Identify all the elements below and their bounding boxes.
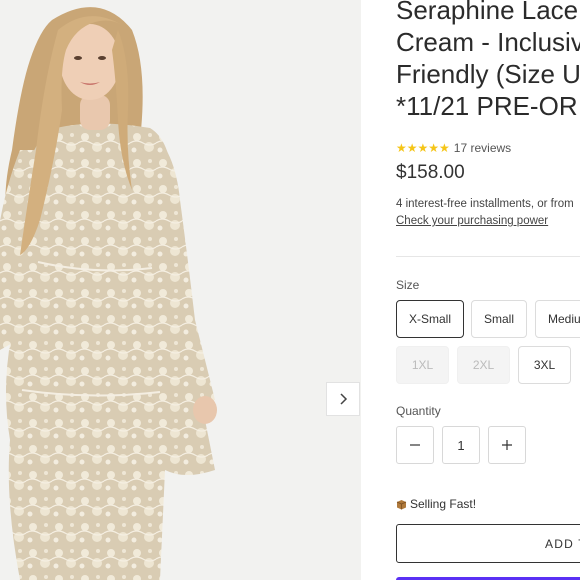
size-option-x-small[interactable]: X-Small (396, 300, 464, 338)
chevron-right-icon (340, 393, 348, 405)
product-price: $158.00 (396, 162, 465, 183)
product-info: Seraphine Lace Cream - Inclusiv Friendly… (396, 0, 580, 580)
quantity-increase-button[interactable] (488, 426, 526, 464)
divider (396, 256, 580, 257)
quantity-decrease-button[interactable] (396, 426, 434, 464)
purchasing-power-link[interactable]: Check your purchasing power (396, 215, 548, 227)
next-image-button[interactable] (326, 382, 360, 416)
quantity-label: Quantity (396, 404, 441, 418)
minus-icon (410, 444, 420, 446)
package-icon (396, 499, 407, 509)
quantity-input[interactable]: 1 (442, 426, 480, 464)
size-option-medium[interactable]: Mediu (535, 300, 580, 338)
add-to-cart-button[interactable]: ADD T (396, 524, 580, 563)
product-title: Seraphine Lace Cream - Inclusiv Friendly… (396, 0, 580, 121)
selling-fast-badge: Selling Fast! (396, 497, 476, 511)
product-image-gallery (0, 0, 361, 580)
review-count[interactable]: 17 reviews (454, 141, 511, 155)
selling-fast-text: Selling Fast! (410, 497, 477, 511)
star-rating-icon: ★★★★★ (396, 141, 450, 155)
size-option-1xl[interactable]: 1XL (396, 346, 449, 384)
size-option-2xl[interactable]: 2XL (457, 346, 510, 384)
product-photo (0, 0, 361, 580)
size-option-3xl[interactable]: 3XL (518, 346, 571, 384)
installments-text: 4 interest-free installments, or from (396, 198, 574, 210)
rating[interactable]: ★★★★★ 17 reviews (396, 141, 511, 155)
size-label: Size (396, 278, 420, 292)
size-option-small[interactable]: Small (471, 300, 527, 338)
plus-icon (502, 440, 512, 450)
